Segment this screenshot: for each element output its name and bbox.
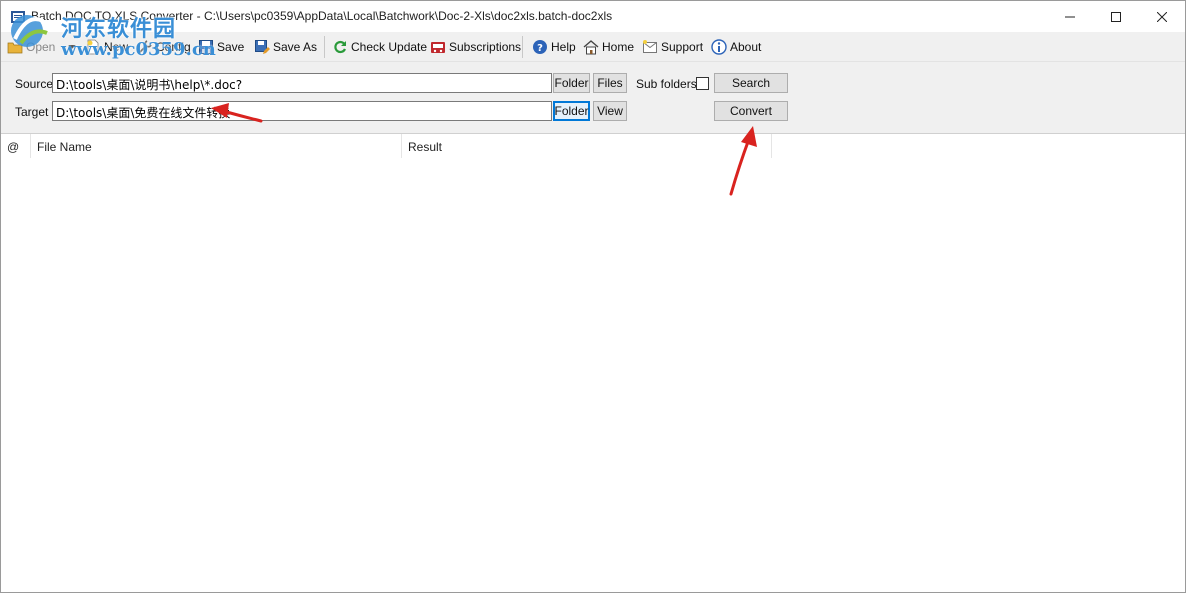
maximize-button[interactable]	[1093, 1, 1139, 32]
toolbar-home-button[interactable]: Home	[583, 37, 634, 57]
search-button[interactable]: Search	[714, 73, 788, 93]
toolbar-config-label: Config	[156, 40, 191, 54]
source-input[interactable]: D:\tools\桌面\说明书\help\*.doc?	[52, 73, 552, 93]
toolbar-separator	[324, 36, 325, 58]
cart-icon	[431, 42, 445, 53]
target-view-button[interactable]: View	[593, 101, 627, 121]
toolbar-about-label: About	[730, 40, 762, 54]
window-title: Batch DOC TO XLS Converter - C:\Users\pc…	[31, 9, 613, 23]
toolbar-new-label: New	[104, 40, 129, 54]
toolbar-open-button[interactable]: Open	[7, 37, 55, 57]
toolbar-check-update-button[interactable]: Check Update	[332, 37, 427, 57]
help-icon: ?	[533, 40, 547, 54]
toolbar-save-as-button[interactable]: Save As	[254, 37, 317, 57]
convert-button[interactable]: Convert	[714, 101, 788, 121]
toolbar-support-button[interactable]: Support	[642, 37, 703, 57]
toolbar-help-button[interactable]: ? Help	[532, 37, 576, 57]
close-icon	[1157, 11, 1167, 22]
column-header-result[interactable]: Result	[402, 134, 772, 158]
toolbar-support-label: Support	[661, 40, 704, 54]
floppy-icon	[199, 40, 213, 54]
title-bar: Batch DOC TO XLS Converter - C:\Users\pc…	[1, 1, 1185, 32]
minimize-button[interactable]	[1047, 1, 1093, 32]
refresh-icon	[334, 40, 347, 54]
file-list[interactable]: @ File Name Result	[1, 134, 1185, 592]
app-icon	[11, 11, 25, 23]
toolbar-save-as-label: Save As	[273, 40, 318, 54]
open-dropdown-button[interactable]	[67, 37, 77, 57]
home-icon	[583, 40, 599, 55]
target-input[interactable]: D:\tools\桌面\免费在线文件转换	[52, 101, 552, 121]
minimize-icon	[1065, 16, 1075, 17]
save-as-icon	[255, 40, 270, 54]
toolbar-config-button[interactable]: Config	[137, 37, 191, 57]
settings-panel: Source D:\tools\桌面\说明书\help\*.doc? Folde…	[1, 62, 1185, 134]
app-window: Batch DOC TO XLS Converter - C:\Users\pc…	[0, 0, 1186, 593]
chevron-down-icon	[68, 45, 76, 49]
toolbar-save-button[interactable]: Save	[198, 37, 244, 57]
info-icon	[711, 39, 727, 55]
toolbar-save-label: Save	[217, 40, 245, 54]
subfolders-checkbox[interactable]	[696, 77, 709, 90]
list-header: @ File Name Result	[1, 134, 1185, 158]
toolbar-subscriptions-button[interactable]: Subscriptions	[430, 37, 521, 57]
toolbar: Open New Config Save Save As Check Updat…	[1, 32, 1185, 62]
subfolders-label: Sub folders	[636, 77, 697, 91]
target-label: Target	[15, 105, 49, 119]
open-folder-icon	[7, 42, 23, 54]
support-icon	[643, 40, 657, 53]
toolbar-subscriptions-label: Subscriptions	[449, 40, 522, 54]
column-header-status[interactable]: @	[1, 134, 31, 158]
source-folder-button[interactable]: Folder	[553, 73, 590, 93]
column-header-file-name[interactable]: File Name	[31, 134, 402, 158]
target-folder-button[interactable]: Folder	[553, 101, 590, 121]
source-label: Source	[15, 77, 54, 91]
svg-text:?: ?	[537, 43, 543, 54]
toolbar-help-label: Help	[551, 40, 576, 54]
toolbar-open-label: Open	[26, 40, 56, 54]
toolbar-check-update-label: Check Update	[351, 40, 428, 54]
maximize-icon	[1111, 11, 1121, 22]
toolbar-about-button[interactable]: About	[711, 37, 761, 57]
close-button[interactable]	[1139, 1, 1185, 32]
toolbar-separator	[522, 36, 523, 58]
toolbar-new-button[interactable]: New	[85, 37, 128, 57]
new-file-icon	[87, 39, 99, 55]
toolbar-home-label: Home	[602, 40, 635, 54]
source-files-button[interactable]: Files	[593, 73, 627, 93]
wrench-icon	[138, 40, 152, 54]
